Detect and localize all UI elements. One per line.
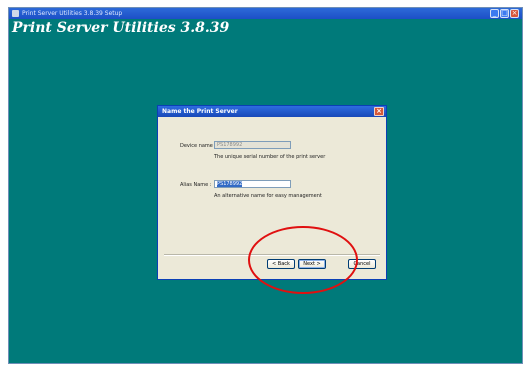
device-name-label: Device name : [180, 143, 217, 149]
dialog-close-icon[interactable]: × [374, 107, 384, 116]
dialog-title: Name the Print Server [162, 108, 238, 115]
alias-name-hint: An alternative name for easy management [214, 193, 322, 199]
alias-name-input[interactable]: PS178992 [214, 180, 291, 188]
window-titlebar: Print Server Utilities 3.8.39 Setup _ □ … [9, 8, 522, 19]
highlight-ring [248, 226, 358, 294]
window-title: Print Server Utilities 3.8.39 Setup [22, 10, 123, 17]
minimize-icon[interactable]: _ [490, 9, 499, 18]
device-name-field: PS178992 [214, 141, 291, 149]
device-name-hint: The unique serial number of the print se… [214, 154, 326, 160]
alias-name-value: PS178992 [217, 181, 243, 187]
app-icon [12, 10, 19, 17]
app-heading: Print Server Utilities 3.8.39 [12, 20, 230, 36]
dialog-titlebar: Name the Print Server × [158, 106, 386, 117]
maximize-icon[interactable]: □ [500, 9, 509, 18]
close-icon[interactable]: × [510, 9, 519, 18]
alias-name-label: Alias Name : [180, 182, 212, 188]
